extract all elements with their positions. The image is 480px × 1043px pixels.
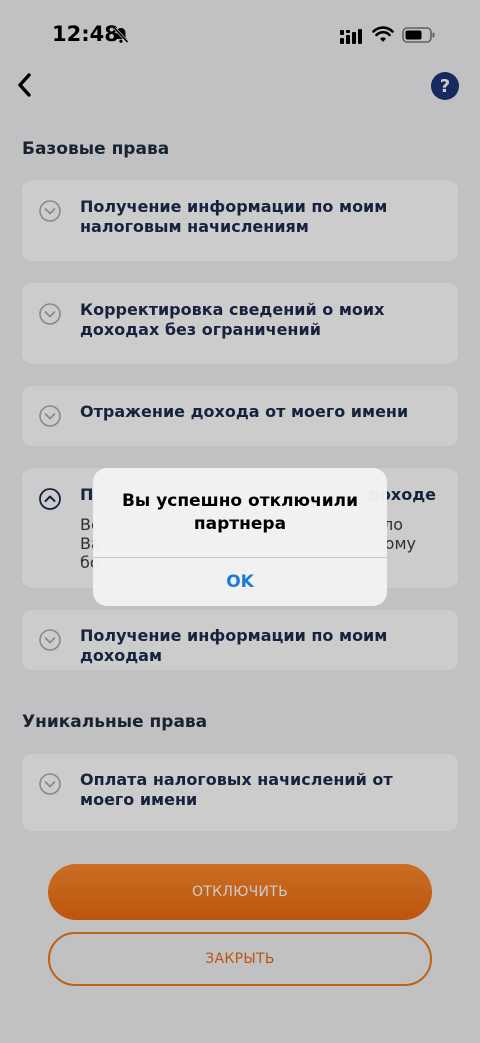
- success-alert: Вы успешно отключили партнера OK: [93, 468, 387, 606]
- alert-title: Вы успешно отключили партнера: [121, 491, 359, 534]
- alert-ok-button[interactable]: OK: [93, 558, 387, 606]
